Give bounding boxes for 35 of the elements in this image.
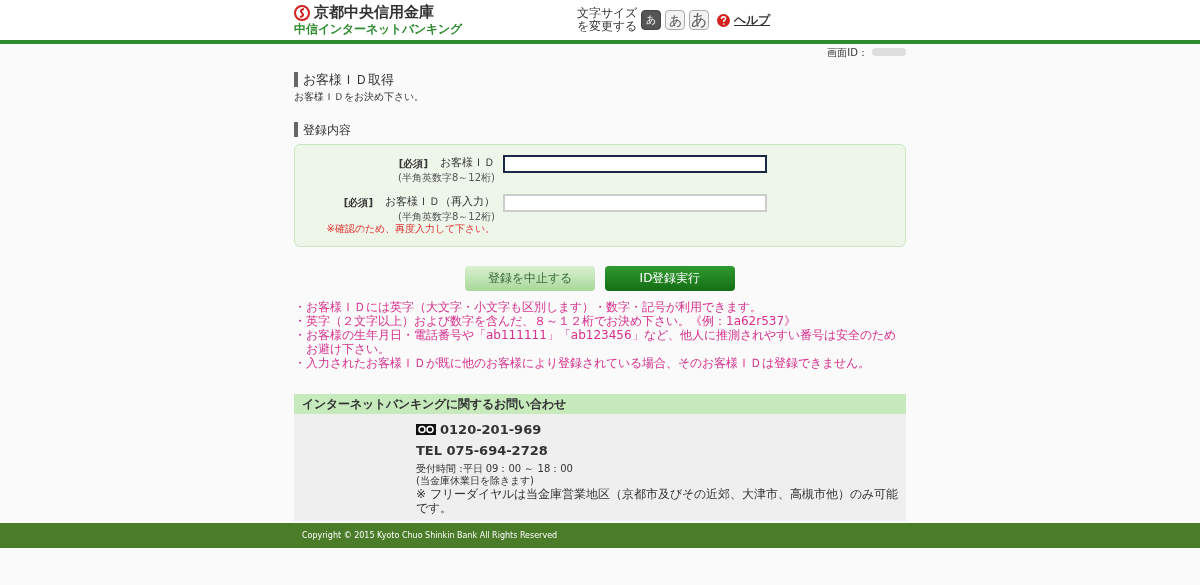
field-hint: (半角英数字8～12桁) [398, 210, 495, 223]
input-field[interactable] [503, 155, 767, 173]
help-link[interactable]: ヘルプ [734, 11, 770, 29]
help-icon [717, 13, 730, 27]
tel-number: TEL 075-694-2728 [416, 442, 549, 460]
required-label: [必須] [343, 195, 373, 210]
business-hours: 受付時間 :平日 09：00 ～ 18：00 [416, 462, 574, 475]
font-size-button[interactable]: あ [665, 10, 685, 30]
bank-logo-icon [294, 4, 310, 21]
note-text: ・お客様の生年月日・電話番号や「ab111111」「ab123456」など、他人に推測されやすい番号は安全のためお避け下さい。 [294, 327, 897, 356]
font-size-button[interactable]: あ [641, 10, 661, 30]
field-label: お客様ＩＤ（再入力） [385, 194, 495, 210]
free-dial-note: ※ フリーダイヤルは当金庫営業地区（京都市及びその近郊、大津市、高槻市他）のみ可能です。 [416, 486, 899, 515]
submit-button[interactable]: ID登録実行 [605, 265, 735, 291]
page-title: お客様ＩＤ取得 [303, 72, 394, 87]
screen-id-label: 画面ID： [827, 45, 868, 60]
field-label: お客様ＩＤ [440, 155, 495, 171]
font-size-button[interactable]: あ [689, 10, 709, 30]
bank-name: 京都中央信用金庫 [314, 3, 434, 22]
note-text: ・英字（２文字以上）および数字を含んだ、８～１２桁でお決め下さい。《例：1a62r537》 [294, 313, 798, 328]
contact-title: インターネットバンキングに関するお問い合わせ [302, 395, 566, 413]
section-title: 登録内容 [303, 123, 351, 137]
free-dial-number: 0120-201-969 [440, 420, 542, 439]
cancel-button[interactable]: 登録を中止する [465, 265, 595, 291]
holiday-note: (当金庫休業日を除きます) [416, 474, 535, 487]
font-size-label: 文字サイズを変更する [576, 7, 637, 33]
field-hint: (半角英数字8～12桁) [398, 171, 495, 184]
note-text: ・お客様ＩＤには英字（大文字・小文字も区別します）・数字・記号が利用できます。 [294, 299, 763, 314]
field-note: ※確認のため、再度入力して下さい。 [326, 223, 495, 236]
note-text: ・入力されたお客様ＩＤが既に他のお客様により登録されている場合、そのお客様ＩＤは登録できません。 [294, 355, 871, 370]
required-label: [必須] [398, 156, 428, 171]
service-name: 中信インターネットバンキング [294, 21, 462, 37]
free-dial-icon [416, 423, 436, 435]
copyright: Copyright © 2015 Kyoto Chuo Shinkin Bank All Rights Reserved [302, 529, 558, 542]
page-description: お客様ＩＤをお決め下さい。 [294, 90, 425, 104]
